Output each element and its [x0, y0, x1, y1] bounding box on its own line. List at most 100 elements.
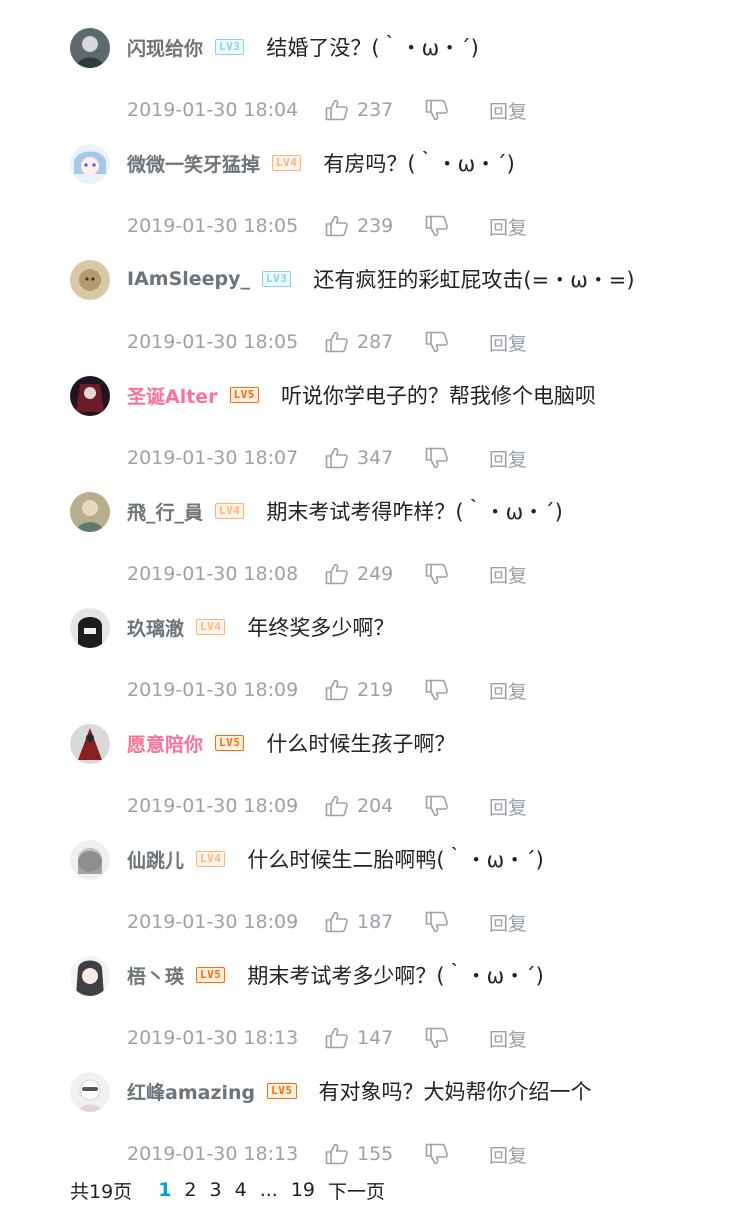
- like-count: 239: [357, 215, 394, 237]
- username[interactable]: 飛_行_員: [127, 498, 203, 525]
- avatar[interactable]: [70, 260, 110, 300]
- like-button[interactable]: 237: [325, 99, 425, 121]
- like-button[interactable]: 204: [325, 795, 425, 817]
- thumb-up-icon: [325, 1143, 348, 1165]
- avatar[interactable]: [70, 724, 110, 764]
- avatar[interactable]: [70, 840, 110, 880]
- timestamp: 2019-01-30 18:05: [127, 331, 299, 353]
- reply-button[interactable]: 回复: [489, 1141, 527, 1168]
- like-button[interactable]: 187: [325, 911, 425, 933]
- dislike-button[interactable]: [425, 331, 489, 353]
- dislike-button[interactable]: [425, 447, 489, 469]
- username[interactable]: 梧丶瑛: [127, 962, 184, 989]
- like-button[interactable]: 287: [325, 331, 425, 353]
- thumb-down-icon: [425, 215, 448, 237]
- comment-text: 年终奖多少啊？: [247, 616, 395, 640]
- reply-button[interactable]: 回复: [489, 793, 527, 820]
- page-ellipsis: ...: [259, 1179, 278, 1201]
- avatar[interactable]: [70, 608, 110, 648]
- comment-header: 梧丶瑛 LV5 期末考试考多少啊？(｀・ω・´): [127, 960, 544, 990]
- like-count: 219: [357, 679, 394, 701]
- dislike-button[interactable]: [425, 911, 489, 933]
- thumb-down-icon: [425, 1027, 448, 1049]
- avatar[interactable]: [70, 376, 110, 416]
- dislike-button[interactable]: [425, 795, 489, 817]
- like-button[interactable]: 347: [325, 447, 425, 469]
- reply-button[interactable]: 回复: [489, 1025, 527, 1052]
- username[interactable]: 圣诞Alter: [127, 382, 218, 409]
- like-button[interactable]: 239: [325, 215, 425, 237]
- username[interactable]: 愿意陪你: [127, 730, 203, 757]
- dislike-button[interactable]: [425, 215, 489, 237]
- username[interactable]: 玖璃澈: [127, 614, 184, 641]
- next-page-button[interactable]: 下一页: [328, 1177, 385, 1204]
- comment-item: 圣诞Alter LV5 听说你学电子的？帮我修个电脑呗 2019-01-30 1…: [0, 368, 751, 484]
- level-badge: LV5: [196, 967, 226, 983]
- comment-header: 闪现给你 LV3 结婚了没？(｀・ω・´): [127, 32, 479, 62]
- comment-item: 飛_行_員 LV4 期末考试考得咋样？(｀・ω・´) 2019-01-30 18…: [0, 484, 751, 600]
- username[interactable]: 红峰amazing: [127, 1078, 255, 1105]
- reply-button[interactable]: 回复: [489, 445, 527, 472]
- like-count: 187: [357, 911, 394, 933]
- like-count: 287: [357, 331, 394, 353]
- avatar-image: [70, 1072, 110, 1112]
- comment-header: 圣诞Alter LV5 听说你学电子的？帮我修个电脑呗: [127, 380, 596, 410]
- level-badge: LV3: [215, 39, 245, 55]
- timestamp: 2019-01-30 18:08: [127, 563, 299, 585]
- avatar-image: [70, 260, 110, 300]
- dislike-button[interactable]: [425, 1027, 489, 1049]
- thumb-down-icon: [425, 795, 448, 817]
- reply-button[interactable]: 回复: [489, 677, 527, 704]
- comment-meta: 2019-01-30 18:04 237 回复: [127, 96, 527, 124]
- thumb-up-icon: [325, 99, 348, 121]
- reply-button[interactable]: 回复: [489, 329, 527, 356]
- thumb-up-icon: [325, 1027, 348, 1049]
- avatar-image: [70, 492, 110, 532]
- thumb-down-icon: [425, 1143, 448, 1165]
- username[interactable]: IAmSleepy_: [127, 268, 250, 290]
- comment-meta: 2019-01-30 18:05 287 回复: [127, 328, 527, 356]
- thumb-down-icon: [425, 99, 448, 121]
- username[interactable]: 仙跳儿: [127, 846, 184, 873]
- avatar[interactable]: [70, 492, 110, 532]
- comment-item: 微微一笑牙猛掉 LV4 有房吗？(｀・ω・´) 2019-01-30 18:05…: [0, 136, 751, 252]
- timestamp: 2019-01-30 18:13: [127, 1027, 299, 1049]
- avatar-image: [70, 840, 110, 880]
- username[interactable]: 闪现给你: [127, 34, 203, 61]
- avatar[interactable]: [70, 28, 110, 68]
- page-link[interactable]: 4: [235, 1179, 247, 1201]
- like-button[interactable]: 155: [325, 1143, 425, 1165]
- like-button[interactable]: 219: [325, 679, 425, 701]
- comment-item: 红峰amazing LV5 有对象吗？大妈帮你介绍一个 2019-01-30 1…: [0, 1064, 751, 1180]
- dislike-button[interactable]: [425, 563, 489, 585]
- avatar[interactable]: [70, 956, 110, 996]
- like-button[interactable]: 147: [325, 1027, 425, 1049]
- dislike-button[interactable]: [425, 679, 489, 701]
- like-count: 155: [357, 1143, 394, 1165]
- avatar[interactable]: [70, 144, 110, 184]
- reply-button[interactable]: 回复: [489, 213, 527, 240]
- timestamp: 2019-01-30 18:04: [127, 99, 299, 121]
- dislike-button[interactable]: [425, 1143, 489, 1165]
- comment-item: 仙跳儿 LV4 什么时候生二胎啊鸭(｀・ω・´) 2019-01-30 18:0…: [0, 832, 751, 948]
- page-link[interactable]: 2: [184, 1179, 196, 1201]
- comment-item: 玖璃澈 LV4 年终奖多少啊？ 2019-01-30 18:09 219 回复: [0, 600, 751, 716]
- avatar[interactable]: [70, 1072, 110, 1112]
- timestamp: 2019-01-30 18:07: [127, 447, 299, 469]
- reply-button[interactable]: 回复: [489, 97, 527, 124]
- comment-header: 仙跳儿 LV4 什么时候生二胎啊鸭(｀・ω・´): [127, 844, 544, 874]
- dislike-button[interactable]: [425, 99, 489, 121]
- thumb-up-icon: [325, 563, 348, 585]
- level-badge: LV4: [196, 619, 226, 635]
- timestamp: 2019-01-30 18:13: [127, 1143, 299, 1165]
- level-badge: LV4: [196, 851, 226, 867]
- page-link[interactable]: 3: [210, 1179, 222, 1201]
- like-button[interactable]: 249: [325, 563, 425, 585]
- thumb-up-icon: [325, 795, 348, 817]
- timestamp: 2019-01-30 18:09: [127, 795, 299, 817]
- reply-button[interactable]: 回复: [489, 561, 527, 588]
- avatar-image: [70, 144, 110, 184]
- page-link[interactable]: 19: [291, 1179, 315, 1201]
- reply-button[interactable]: 回复: [489, 909, 527, 936]
- username[interactable]: 微微一笑牙猛掉: [127, 150, 260, 177]
